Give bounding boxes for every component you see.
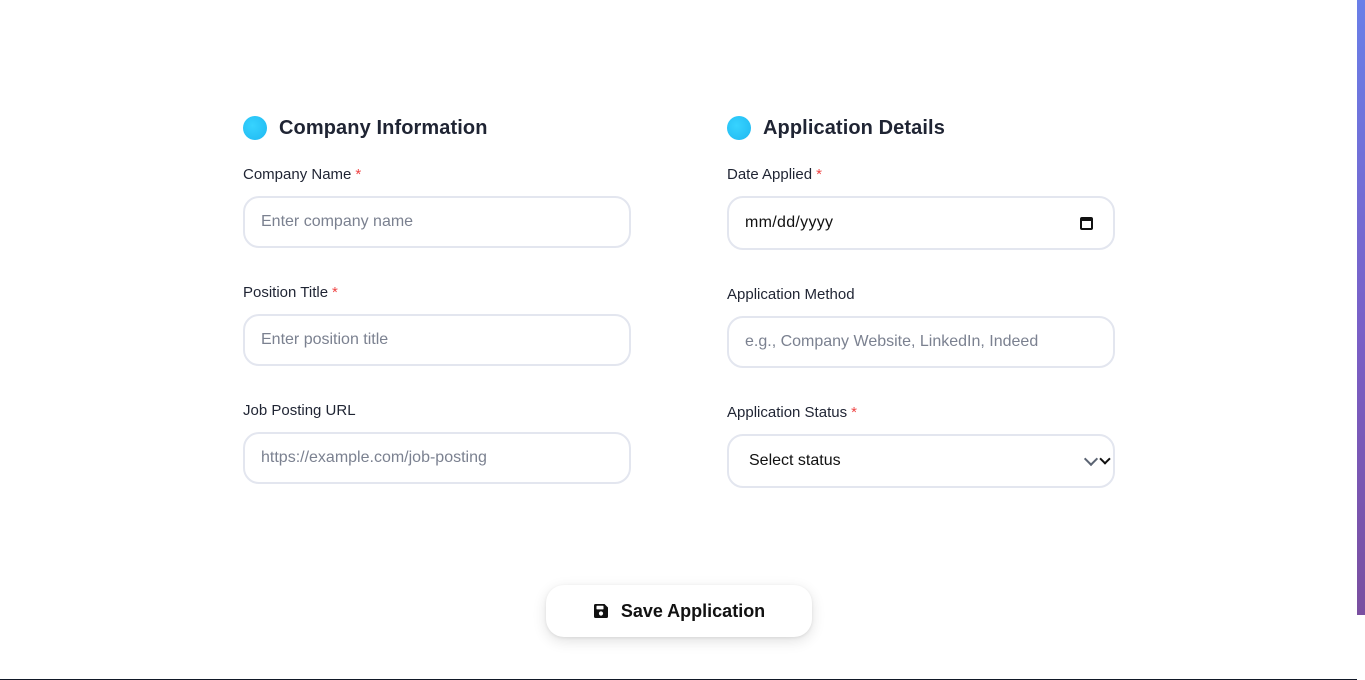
job-url-label: Job Posting URL — [243, 402, 356, 419]
job-url-field: Job Posting URL — [243, 401, 631, 484]
required-marker: * — [816, 166, 822, 183]
required-marker: * — [332, 284, 338, 301]
company-name-label: Company Name — [243, 166, 352, 183]
save-button-label: Save Application — [620, 600, 766, 621]
company-name-field: Company Name * — [243, 165, 631, 248]
application-details-section: Application Details Date Applied * mm/dd/… — [727, 114, 1115, 488]
save-icon — [593, 604, 608, 618]
application-method-input[interactable] — [727, 316, 1115, 368]
application-status-selected: Select status — [749, 452, 841, 469]
section-header: Application Details — [727, 114, 1115, 142]
date-applied-input[interactable]: mm/dd/yyyy — [727, 196, 1115, 250]
date-applied-label: Date Applied — [727, 166, 813, 183]
chevron-down-icon — [1083, 451, 1111, 467]
section-header: Company Information — [243, 114, 631, 142]
required-marker: * — [355, 166, 362, 183]
chevron-down-icon-dark — [1099, 453, 1111, 465]
application-status-label-row: Application Status * — [727, 403, 1115, 423]
scrollbar-thumb[interactable] — [1357, 0, 1365, 615]
position-title-label: Position Title — [243, 284, 329, 301]
save-application-button[interactable]: Save Application — [546, 585, 812, 637]
dot-icon — [727, 116, 751, 140]
date-applied-label-row: Date Applied * — [727, 165, 1115, 185]
date-applied-field: Date Applied * mm/dd/yyyy — [727, 165, 1115, 250]
application-method-label-row: Application Method — [727, 285, 1115, 305]
job-url-label-row: Job Posting URL — [243, 401, 631, 421]
application-status-field: Application Status * Select status — [727, 403, 1115, 488]
company-information-section: Company Information Company Name* Positi… — [243, 114, 631, 484]
application-method-label: Application Method — [727, 286, 855, 303]
section-title: Application Details — [763, 116, 945, 139]
calendar-icon[interactable] — [1080, 216, 1093, 230]
position-title-field: Position Title * — [243, 283, 631, 366]
company-name-input[interactable] — [243, 196, 631, 248]
chevron-down-icon-light — [1083, 451, 1099, 467]
date-applied-value: mm/dd/yyyy — [745, 214, 834, 231]
position-title-label-row: Position Title * — [243, 283, 631, 303]
application-form-page: Company Information Company Name* Positi… — [0, 0, 1365, 680]
company-name-label-row: Company Name * — [243, 165, 631, 185]
position-title-input[interactable] — [243, 314, 631, 366]
section-title: Company Information — [279, 116, 488, 139]
job-url-input[interactable] — [243, 432, 631, 484]
scrollbar-track[interactable] — [1357, 615, 1365, 680]
application-status-select[interactable]: Select status — [727, 434, 1115, 488]
application-method-field: Application Method — [727, 285, 1115, 368]
required-marker: * — [851, 404, 857, 421]
dot-icon — [243, 116, 267, 140]
application-status-label: Application Status — [727, 404, 848, 421]
